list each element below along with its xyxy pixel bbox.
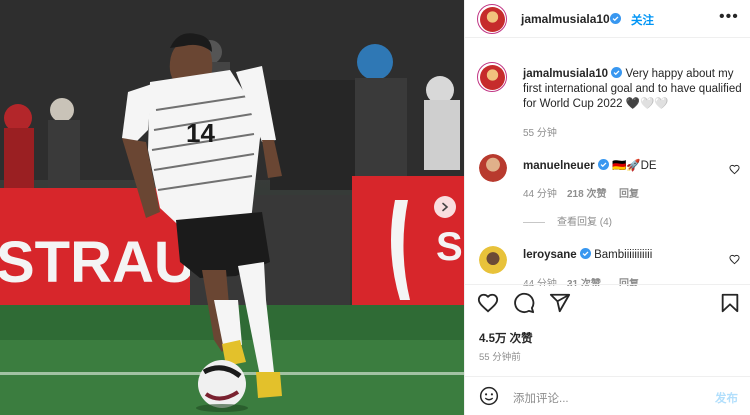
comment-box-divider	[465, 376, 750, 377]
share-icon[interactable]	[549, 292, 571, 314]
post-details-panel: jamalmusiala10 关注 ••• jamalmusiala10 Ver…	[464, 0, 750, 415]
post-time: 55 分钟前	[479, 352, 521, 363]
verified-badge-icon	[611, 67, 623, 78]
caption-username[interactable]: jamalmusiala10	[523, 68, 608, 80]
comment-row: manuelneuer 🇩🇪🚀DE	[523, 158, 657, 172]
post-header: jamalmusiala10 关注 •••	[465, 0, 750, 38]
caption-avatar[interactable]	[477, 62, 507, 92]
follow-button[interactable]: 关注	[631, 12, 654, 28]
caption: jamalmusiala10 Very happy about my first…	[523, 67, 745, 112]
actions-divider	[465, 284, 750, 285]
comment-icon[interactable]	[513, 292, 535, 314]
comment-username[interactable]: manuelneuer	[523, 160, 595, 172]
jersey-number: 14	[186, 118, 215, 148]
comment-body: 🇩🇪🚀DE	[611, 160, 657, 172]
heart-icon[interactable]	[729, 164, 740, 175]
comment-time: 44 分钟	[523, 189, 557, 200]
author-avatar[interactable]	[477, 4, 507, 34]
view-replies-button[interactable]: 查看回复 (4)	[523, 213, 612, 228]
svg-text:S: S	[436, 225, 463, 269]
comment-avatar[interactable]	[479, 154, 507, 182]
add-comment-input[interactable]: 添加评论...	[513, 390, 569, 406]
heart-icon[interactable]	[477, 292, 499, 314]
reply-button[interactable]: 回复	[619, 185, 639, 200]
carousel-next-button[interactable]	[434, 196, 456, 218]
football-scene-illustration: STRAUSS S 14	[0, 0, 464, 415]
post-comment-button[interactable]: 发布	[715, 390, 738, 406]
verified-badge-icon	[597, 159, 609, 170]
comment-likes[interactable]: 218 次赞	[567, 185, 606, 200]
bookmark-icon[interactable]	[719, 292, 741, 314]
comment-clip: leroysane Bambiiiiiiiiiii 44 分钟 31 次赞 回复	[465, 240, 750, 286]
like-count[interactable]: 4.5万 次赞	[479, 330, 533, 346]
caption-time: 55 分钟	[523, 128, 557, 139]
chevron-right-icon	[442, 202, 449, 212]
verified-badge-icon	[610, 13, 621, 24]
comment-avatar[interactable]	[479, 246, 507, 274]
heart-icon[interactable]	[729, 254, 740, 265]
author-username[interactable]: jamalmusiala10	[521, 12, 610, 26]
verified-badge-icon	[579, 248, 591, 259]
comment-body: Bambiiiiiiiiiii	[594, 249, 653, 261]
comment-username[interactable]: leroysane	[523, 249, 577, 261]
comment-row: leroysane Bambiiiiiiiiiii	[523, 248, 652, 261]
more-options-button[interactable]: •••	[719, 8, 739, 26]
emoji-icon[interactable]	[479, 386, 499, 406]
post-photo[interactable]: STRAUSS S 14	[0, 0, 464, 415]
replies-divider	[523, 221, 545, 223]
